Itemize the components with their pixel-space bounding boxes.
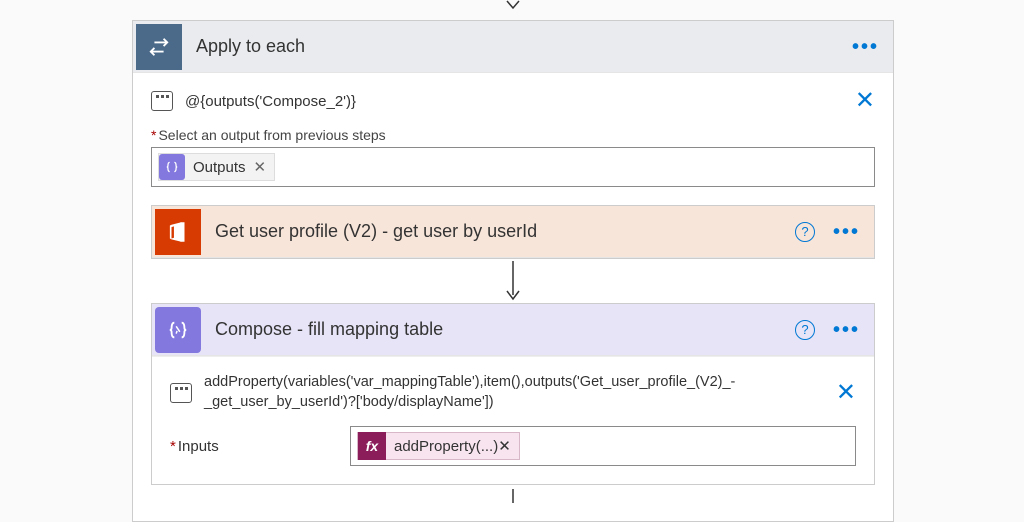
compose-card: Compose - fill mapping table ? ••• addPr… xyxy=(151,303,875,485)
remove-token-button[interactable]: ✕ xyxy=(498,437,511,455)
arrow-down-icon xyxy=(132,0,894,12)
get-user-profile-header[interactable]: Get user profile (V2) - get user by user… xyxy=(152,206,874,258)
arrow-down-icon xyxy=(151,489,875,503)
fx-token-label: addProperty(...) xyxy=(394,438,498,455)
help-button[interactable]: ? xyxy=(795,222,815,242)
braces-icon xyxy=(159,154,185,180)
compose-title: Compose - fill mapping table xyxy=(215,319,795,340)
required-indicator: * xyxy=(170,438,176,455)
select-output-label: *Select an output from previous steps xyxy=(151,127,875,143)
inputs-parameter-row: *Inputs fx addProperty(...) ✕ xyxy=(170,426,856,466)
close-peek-button[interactable]: ✕ xyxy=(855,89,875,113)
get-user-profile-title: Get user profile (V2) - get user by user… xyxy=(215,221,795,242)
apply-to-each-card: Apply to each ••• @{outputs('Compose_2')… xyxy=(132,20,894,522)
compose-icon xyxy=(155,307,201,353)
peek-code-text: addProperty(variables('var_mappingTable'… xyxy=(204,373,824,412)
code-peek-icon xyxy=(170,383,192,403)
peek-code-text: @{outputs('Compose_2')} xyxy=(185,93,843,110)
close-peek-button[interactable]: ✕ xyxy=(836,381,856,405)
inputs-label: *Inputs xyxy=(170,438,332,455)
peek-code-row: @{outputs('Compose_2')} ✕ xyxy=(151,89,875,113)
outputs-token-label: Outputs xyxy=(193,159,246,176)
remove-token-button[interactable]: ✕ xyxy=(254,158,267,176)
fx-icon: fx xyxy=(358,432,386,460)
outputs-token[interactable]: Outputs ✕ xyxy=(158,153,275,181)
more-menu-button[interactable]: ••• xyxy=(852,42,879,52)
arrow-down-icon xyxy=(151,259,875,303)
required-indicator: * xyxy=(151,127,156,143)
inputs-field[interactable]: fx addProperty(...) ✕ xyxy=(350,426,856,466)
select-output-input[interactable]: Outputs ✕ xyxy=(151,147,875,187)
loop-icon xyxy=(136,24,182,70)
get-user-profile-card: Get user profile (V2) - get user by user… xyxy=(151,205,875,259)
peek-code-row: addProperty(variables('var_mappingTable'… xyxy=(170,373,856,412)
compose-header[interactable]: Compose - fill mapping table ? ••• xyxy=(152,304,874,356)
apply-to-each-title: Apply to each xyxy=(196,36,852,57)
apply-to-each-header[interactable]: Apply to each ••• xyxy=(133,21,893,73)
more-menu-button[interactable]: ••• xyxy=(833,227,860,237)
fx-expression-token[interactable]: fx addProperty(...) ✕ xyxy=(357,432,520,460)
more-menu-button[interactable]: ••• xyxy=(833,325,860,335)
office-icon xyxy=(155,209,201,255)
code-peek-icon xyxy=(151,91,173,111)
help-button[interactable]: ? xyxy=(795,320,815,340)
